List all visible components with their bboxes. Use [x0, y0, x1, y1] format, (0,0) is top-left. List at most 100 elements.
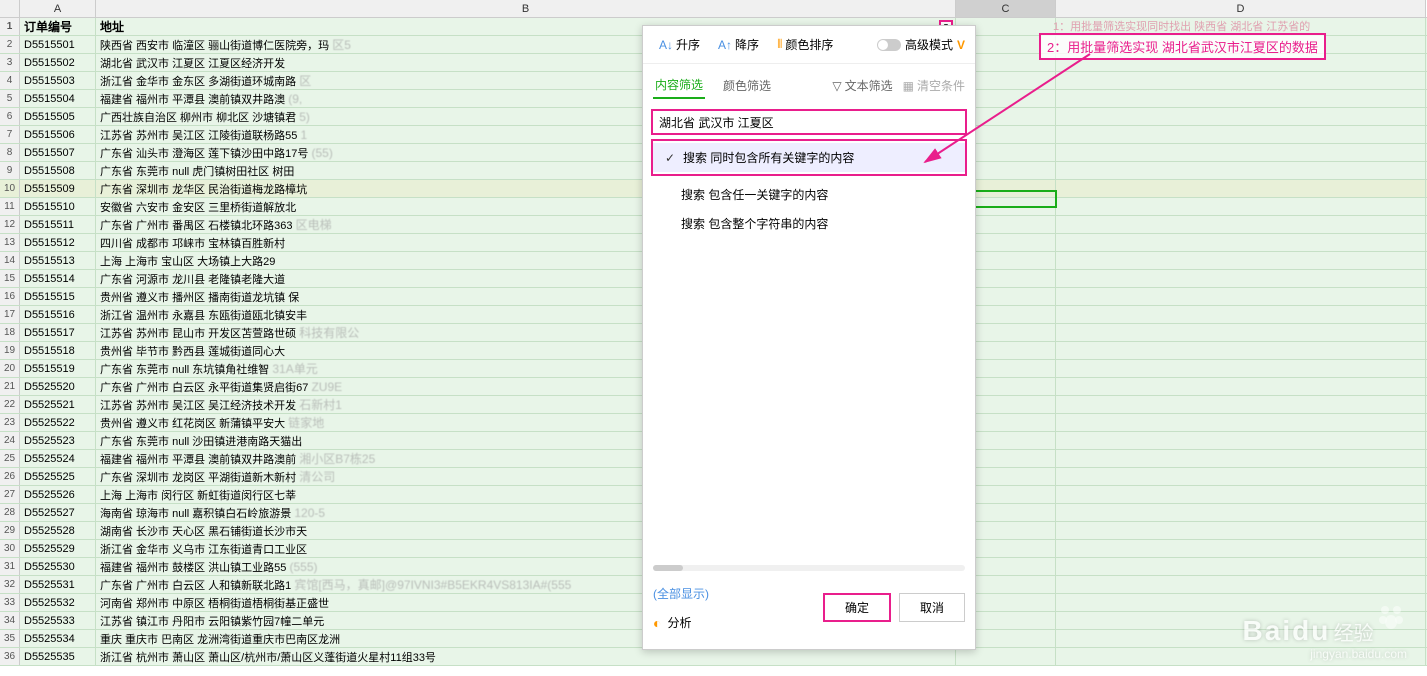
cell-order[interactable]: D5525531 [20, 576, 96, 593]
cell-order[interactable]: D5515509 [20, 180, 96, 197]
sort-color-button[interactable]: ⦀ 颜色排序 [771, 34, 839, 55]
cell-d[interactable] [1056, 72, 1426, 89]
row-header[interactable]: 7 [0, 126, 20, 143]
cell-order[interactable]: D5515506 [20, 126, 96, 143]
row-header[interactable]: 1 [0, 18, 20, 35]
advanced-mode-toggle[interactable]: 高级模式 V [877, 36, 965, 53]
row-header[interactable]: 17 [0, 306, 20, 323]
cell-d[interactable] [1056, 144, 1426, 161]
cell-order[interactable]: D5525530 [20, 558, 96, 575]
cell-d[interactable] [1056, 162, 1426, 179]
row-header[interactable]: 10 [0, 180, 20, 197]
cell-order[interactable]: D5515514 [20, 270, 96, 287]
row-header[interactable]: 9 [0, 162, 20, 179]
cell-d[interactable] [1056, 288, 1426, 305]
row-header[interactable]: 13 [0, 234, 20, 251]
cell-order[interactable]: D5515517 [20, 324, 96, 341]
cell-order[interactable]: D5515501 [20, 36, 96, 53]
row-header[interactable]: 30 [0, 540, 20, 557]
cell-d[interactable] [1056, 108, 1426, 125]
cell-order[interactable]: D5515518 [20, 342, 96, 359]
cell-order[interactable]: D5515519 [20, 360, 96, 377]
row-header[interactable]: 14 [0, 252, 20, 269]
row-header[interactable]: 11 [0, 198, 20, 215]
option-full-string[interactable]: 搜索 包含整个字符串的内容 [643, 209, 975, 238]
cell-d[interactable] [1056, 630, 1426, 647]
cell-d[interactable] [1056, 468, 1426, 485]
cell-d[interactable] [1056, 432, 1426, 449]
tab-color-filter[interactable]: 颜色筛选 [721, 73, 773, 98]
column-header-a[interactable]: A [20, 0, 96, 17]
row-header[interactable]: 15 [0, 270, 20, 287]
toggle-switch[interactable] [877, 39, 901, 51]
cell-d[interactable] [1056, 522, 1426, 539]
ok-button[interactable]: 确定 [823, 593, 891, 622]
cell-order[interactable]: D5525521 [20, 396, 96, 413]
cell-order[interactable]: D5525528 [20, 522, 96, 539]
row-header[interactable]: 25 [0, 450, 20, 467]
cell-d[interactable] [1056, 216, 1426, 233]
cell-d[interactable] [1056, 648, 1426, 665]
cell-d[interactable] [1056, 342, 1426, 359]
cancel-button[interactable]: 取消 [899, 593, 965, 622]
row-header[interactable]: 23 [0, 414, 20, 431]
clear-conditions-button[interactable]: ▦ 清空条件 [903, 77, 965, 94]
row-header[interactable]: 18 [0, 324, 20, 341]
row-header[interactable]: 36 [0, 648, 20, 665]
row-header[interactable]: 5 [0, 90, 20, 107]
row-header[interactable]: 6 [0, 108, 20, 125]
cell-order[interactable]: D5525522 [20, 414, 96, 431]
cell-order[interactable]: D5515516 [20, 306, 96, 323]
row-header[interactable]: 33 [0, 594, 20, 611]
cell-d[interactable] [1056, 612, 1426, 629]
cell-order[interactable]: D5525533 [20, 612, 96, 629]
sort-ascending-button[interactable]: A↓ 升序 [653, 34, 706, 55]
cell-order[interactable]: D5525527 [20, 504, 96, 521]
cell-order[interactable]: D5525535 [20, 648, 96, 665]
cell-order[interactable]: D5515515 [20, 288, 96, 305]
row-header[interactable]: 16 [0, 288, 20, 305]
cell-d[interactable] [1056, 198, 1426, 215]
row-header[interactable]: 8 [0, 144, 20, 161]
row-header[interactable]: 2 [0, 36, 20, 53]
row-header[interactable]: 24 [0, 432, 20, 449]
option-all-keywords[interactable]: ✓ 搜索 同时包含所有关键字的内容 [653, 143, 965, 172]
cell-order[interactable]: D5515502 [20, 54, 96, 71]
cell-order[interactable]: D5515507 [20, 144, 96, 161]
cell-header-a[interactable]: 订单编号 [20, 18, 96, 35]
cell-order[interactable]: D5515508 [20, 162, 96, 179]
row-header[interactable]: 28 [0, 504, 20, 521]
cell-d[interactable] [1056, 360, 1426, 377]
tab-content-filter[interactable]: 内容筛选 [653, 72, 705, 99]
row-header[interactable]: 26 [0, 468, 20, 485]
row-header[interactable]: 31 [0, 558, 20, 575]
column-header-b[interactable]: B [96, 0, 956, 17]
row-header[interactable]: 19 [0, 342, 20, 359]
cell-order[interactable]: D5515503 [20, 72, 96, 89]
cell-d[interactable] [1056, 378, 1426, 395]
row-header[interactable]: 22 [0, 396, 20, 413]
search-input[interactable] [659, 115, 959, 129]
cell-d[interactable] [1056, 180, 1426, 197]
text-filter-button[interactable]: ▽ 文本筛选 [832, 77, 892, 94]
cell-d[interactable] [1056, 504, 1426, 521]
cell-d[interactable] [1056, 234, 1426, 251]
column-header-d[interactable]: D [1056, 0, 1426, 17]
row-header[interactable]: 35 [0, 630, 20, 647]
select-all-corner[interactable] [0, 0, 20, 17]
cell-order[interactable]: D5525534 [20, 630, 96, 647]
cell-d[interactable] [1056, 576, 1426, 593]
row-header[interactable]: 34 [0, 612, 20, 629]
row-header[interactable]: 21 [0, 378, 20, 395]
option-any-keyword[interactable]: 搜索 包含任一关键字的内容 [643, 180, 975, 209]
row-header[interactable]: 29 [0, 522, 20, 539]
cell-d[interactable] [1056, 306, 1426, 323]
column-header-c[interactable]: C [956, 0, 1056, 17]
cell-order[interactable]: D5515504 [20, 90, 96, 107]
row-header[interactable]: 4 [0, 72, 20, 89]
analysis-label[interactable]: 分析 [667, 614, 691, 631]
cell-d[interactable] [1056, 396, 1426, 413]
row-header[interactable]: 27 [0, 486, 20, 503]
cell-d[interactable] [1056, 90, 1426, 107]
cell-order[interactable]: D5525523 [20, 432, 96, 449]
